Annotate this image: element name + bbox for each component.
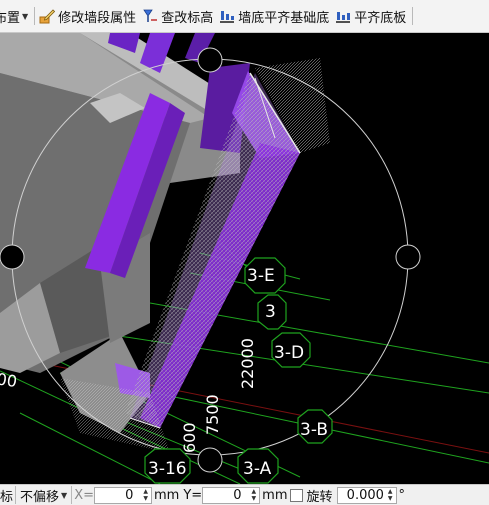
layout-dropdown-label: 布置: [0, 10, 21, 26]
rotate-label: 旋转: [306, 489, 333, 505]
dimension-7500: 7500: [203, 394, 222, 435]
axis-label-3-D: 3-D: [274, 343, 305, 363]
status-bar: 坐标 不偏移 ▼ X= 0 ▲▼ mm Y= 0 ▲▼ mm 旋转 0.000 …: [0, 484, 489, 505]
chevron-down-icon: ▼: [22, 11, 29, 21]
y-coordinate-input[interactable]: 0 ▲ ▼: [202, 486, 261, 504]
modify-wall-properties-label: 修改墙段属性: [58, 10, 137, 26]
x-unit: mm: [154, 487, 180, 503]
axis-label-3: 3: [265, 302, 276, 322]
rotation-handle-bottom: [197, 447, 223, 473]
toolbar: 布置 ▼ 修改墙段属性 查改标高 墙底平齐基础底 平齐底板: [0, 0, 489, 33]
toolbar-separator: [412, 7, 414, 25]
coord-label: 坐标: [0, 489, 14, 505]
align-to-slab-label: 平齐底板: [354, 10, 407, 26]
offset-mode-value: 不偏移: [20, 489, 60, 505]
x-coordinate-input[interactable]: 0 ▲ ▼: [94, 486, 152, 504]
check-elevation-label: 查改标高: [161, 10, 214, 26]
align-slab-icon: [335, 8, 351, 24]
elevation-icon: [142, 8, 158, 24]
offset-mode-select[interactable]: 不偏移 ▼: [18, 487, 69, 505]
rotate-checkbox[interactable]: [289, 488, 303, 502]
axis-label-3-E: 3-E: [247, 266, 275, 286]
axis-label-3-A: 3-A: [243, 459, 272, 479]
align-bottom-icon: [219, 8, 235, 24]
rotation-handle-top: [197, 47, 223, 73]
y-unit: mm: [262, 487, 288, 503]
y-spinner-icon[interactable]: ▲ ▼: [252, 488, 257, 502]
y-coordinate-value: 0: [233, 487, 242, 503]
dimension-800: 800: [0, 368, 19, 392]
rotate-unit: °: [398, 487, 406, 503]
model-canvas: [0, 33, 489, 484]
statusbar-separator: [71, 486, 73, 504]
dimension-600: 600: [180, 422, 199, 453]
rotation-handle-left: [0, 244, 25, 270]
x-coordinate-value: 0: [125, 487, 134, 503]
align-wall-to-foundation-label: 墙底平齐基础底: [238, 10, 330, 26]
chevron-down-icon: ▼: [61, 490, 68, 500]
axis-label-3-B: 3-B: [300, 420, 329, 440]
align-to-slab-button[interactable]: 平齐底板: [333, 3, 410, 29]
edit-wall-icon: [39, 8, 56, 24]
x-spinner-icon[interactable]: ▲ ▼: [143, 488, 148, 502]
x-label: X=: [74, 487, 94, 503]
dimension-22000: 22000: [238, 338, 257, 389]
rotate-spinner-icon[interactable]: ▲ ▼: [388, 488, 393, 502]
rotate-angle-value: 0.000: [346, 487, 384, 503]
modify-wall-properties-button[interactable]: 修改墙段属性: [37, 3, 140, 29]
toolbar-separator: [34, 7, 36, 25]
check-elevation-button[interactable]: 查改标高: [140, 3, 217, 29]
y-label: Y=: [183, 487, 203, 503]
statusbar-separator: [15, 486, 17, 504]
align-wall-to-foundation-button[interactable]: 墙底平齐基础底: [217, 3, 333, 29]
3d-viewport[interactable]: 3-E 3 3-D 3-B 3-A 3-16 22000 7500 600 80…: [0, 33, 489, 484]
rotation-handle-right: [395, 244, 421, 270]
layout-dropdown[interactable]: 布置 ▼: [0, 3, 32, 29]
axis-label-3-16: 3-16: [148, 459, 187, 479]
rotate-angle-input[interactable]: 0.000 ▲ ▼: [336, 486, 397, 504]
